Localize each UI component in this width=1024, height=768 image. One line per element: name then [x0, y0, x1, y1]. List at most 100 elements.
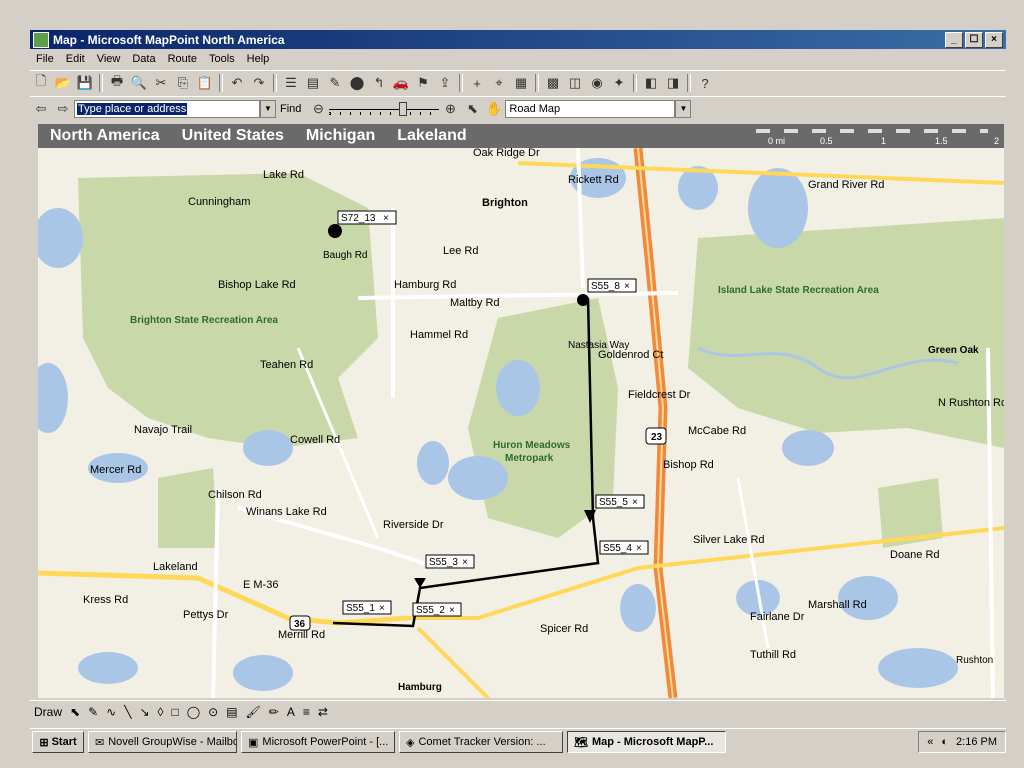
mappoint-app-icon — [33, 31, 49, 48]
copy-icon[interactable]: ⎘ — [173, 73, 193, 93]
pushpin-label-s55-3[interactable]: S55_3 × — [425, 554, 475, 569]
help-icon[interactable]: ? — [695, 73, 715, 93]
powerpoint-icon: ▣ — [248, 736, 259, 749]
map-overview-icon[interactable]: ▦ — [511, 73, 531, 93]
place-green-oak: Green Oak — [928, 345, 979, 356]
menu-route[interactable]: Route — [162, 53, 203, 65]
pushpin-label-s55-8[interactable]: S55_8 × — [587, 278, 637, 293]
select-objects-icon[interactable]: ⬉ — [70, 705, 80, 719]
park-small-west — [158, 468, 218, 548]
line-color-icon[interactable]: ✏ — [269, 705, 279, 719]
map-style-select[interactable]: Road Map — [505, 100, 676, 118]
itinerary-icon[interactable]: ☰ — [281, 73, 301, 93]
close-button[interactable]: × — [985, 31, 1003, 48]
zoom-slider-knob[interactable] — [399, 102, 408, 116]
road-label: Navajo Trail — [134, 424, 192, 436]
text-box-icon[interactable]: ▤ — [226, 705, 237, 719]
forward-icon[interactable]: ⇨ — [53, 99, 73, 119]
zoom-slider[interactable] — [329, 101, 440, 117]
menu-data[interactable]: Data — [126, 53, 161, 65]
pushpin-label-s55-1[interactable]: S55_1 × — [342, 600, 392, 615]
find-button[interactable]: Find — [280, 103, 301, 115]
menu-view[interactable]: View — [91, 53, 127, 65]
task-mappoint[interactable]: 🗺 Map - Microsoft MapP... — [567, 731, 726, 753]
open-icon[interactable]: 📂 — [53, 73, 73, 93]
territory-icon[interactable]: ⚑ — [413, 73, 433, 93]
pushpin-icon[interactable]: ⬤ — [347, 73, 367, 93]
lake — [838, 576, 898, 620]
network-icon[interactable]: ◐ — [941, 736, 948, 748]
save-icon[interactable]: 💾 — [75, 73, 95, 93]
tray-expand-icon[interactable]: « — [927, 736, 933, 748]
svg-text:S55_1: S55_1 — [346, 603, 375, 614]
end-pushpin-dot[interactable] — [577, 294, 589, 306]
task-comet-tracker[interactable]: ◈ Comet Tracker Version: ... — [399, 731, 563, 753]
font-color-icon[interactable]: A — [287, 705, 295, 719]
title-bar: Map - Microsoft MapPoint North America _… — [30, 30, 1006, 49]
search-dropdown-arrow[interactable]: ▼ — [260, 100, 276, 118]
task-powerpoint[interactable]: ▣ Microsoft PowerPoint - [... — [241, 731, 395, 753]
menu-edit[interactable]: Edit — [60, 53, 91, 65]
breadcrumb-michigan[interactable]: Michigan — [306, 127, 375, 145]
breadcrumb-united-states[interactable]: United States — [182, 127, 284, 145]
minimize-button[interactable]: _ — [945, 31, 963, 48]
menu-help[interactable]: Help — [241, 53, 276, 65]
route-planner-icon[interactable]: ◧ — [641, 73, 661, 93]
route-icon[interactable]: ↰ — [369, 73, 389, 93]
menu-tools[interactable]: Tools — [203, 53, 241, 65]
oval-icon[interactable]: ◯ — [187, 705, 200, 719]
arrow-icon[interactable]: ↘ — [139, 705, 149, 719]
shape-icon[interactable]: ◫ — [565, 73, 585, 93]
draw-menu-button[interactable]: Draw — [34, 705, 62, 719]
data-mapping-icon[interactable]: ✎ — [325, 73, 345, 93]
line-icon[interactable]: ╲ — [124, 705, 131, 719]
cut-icon[interactable]: ✂ — [151, 73, 171, 93]
breadcrumb-lakeland[interactable]: Lakeland — [397, 127, 466, 145]
pane-icon[interactable]: ◨ — [663, 73, 683, 93]
pushpin-label-s55-2[interactable]: S55_2 × — [412, 602, 462, 617]
highlighter-icon[interactable]: ✎ — [88, 705, 98, 719]
car-icon[interactable]: 🚗 — [391, 73, 411, 93]
print-preview-icon[interactable]: 🔍 — [129, 73, 149, 93]
pushpin-label-s55-5[interactable]: S55_5 × — [595, 494, 645, 509]
back-icon[interactable]: ⇦ — [31, 99, 51, 119]
pushpin-label-s72-13[interactable]: S72_13 × — [337, 210, 397, 225]
line-style-icon[interactable]: ≡ — [303, 705, 310, 719]
legend-icon[interactable]: ▤ — [303, 73, 323, 93]
menu-file[interactable]: File — [30, 53, 60, 65]
pushpin-label-s55-4[interactable]: S55_4 × — [599, 540, 649, 555]
scribble-icon[interactable]: ∿ — [106, 705, 116, 719]
zoom-in-icon[interactable]: ⊕ — [440, 99, 460, 119]
start-button[interactable]: ⊞ Start — [32, 731, 84, 753]
map-style-dropdown-arrow[interactable]: ▼ — [675, 100, 692, 118]
select-pointer-icon[interactable]: ⬉ — [462, 99, 482, 119]
road-label: Fairlane Dr — [750, 611, 805, 623]
grid-icon[interactable]: ▩ — [543, 73, 563, 93]
export-icon[interactable]: ⇪ — [435, 73, 455, 93]
scale-label-2: 2 — [994, 136, 1000, 146]
radius-icon[interactable]: ⊙ — [208, 705, 218, 719]
zoom-out-icon[interactable]: ⊖ — [308, 99, 328, 119]
start-pushpin-dot[interactable] — [328, 224, 342, 238]
find-nearby-icon[interactable]: ⌖ — [489, 73, 509, 93]
paste-icon[interactable]: 📋 — [195, 73, 215, 93]
new-icon[interactable]: 🗋 — [31, 73, 51, 93]
task-mappoint-label: Map - Microsoft MapP... — [591, 736, 714, 748]
breadcrumb-north-america[interactable]: North America — [50, 127, 160, 145]
map-canvas[interactable]: 23 36 Cunningham Brighton Brighton State… — [38, 148, 1004, 698]
pan-hand-icon[interactable]: ✋ — [484, 99, 504, 119]
search-input[interactable]: Type place or address — [74, 100, 260, 118]
globe-icon[interactable]: ◉ — [587, 73, 607, 93]
add-stop-icon[interactable]: + — [467, 73, 487, 93]
task-groupwise[interactable]: ✉ Novell GroupWise - Mailbox — [88, 731, 237, 753]
undo-icon[interactable]: ↶ — [227, 73, 247, 93]
wizard-icon[interactable]: ✦ — [609, 73, 629, 93]
mappoint-task-icon: 🗺 — [574, 736, 588, 749]
arrow-style-icon[interactable]: ⇄ — [318, 705, 328, 719]
fill-color-icon[interactable]: 🖌 — [246, 705, 261, 719]
freeform-icon[interactable]: ◊ — [158, 705, 164, 719]
print-icon[interactable]: 🖶 — [107, 73, 127, 93]
redo-icon[interactable]: ↷ — [249, 73, 269, 93]
rectangle-icon[interactable]: □ — [171, 705, 178, 719]
maximize-button[interactable]: ☐ — [965, 31, 983, 48]
